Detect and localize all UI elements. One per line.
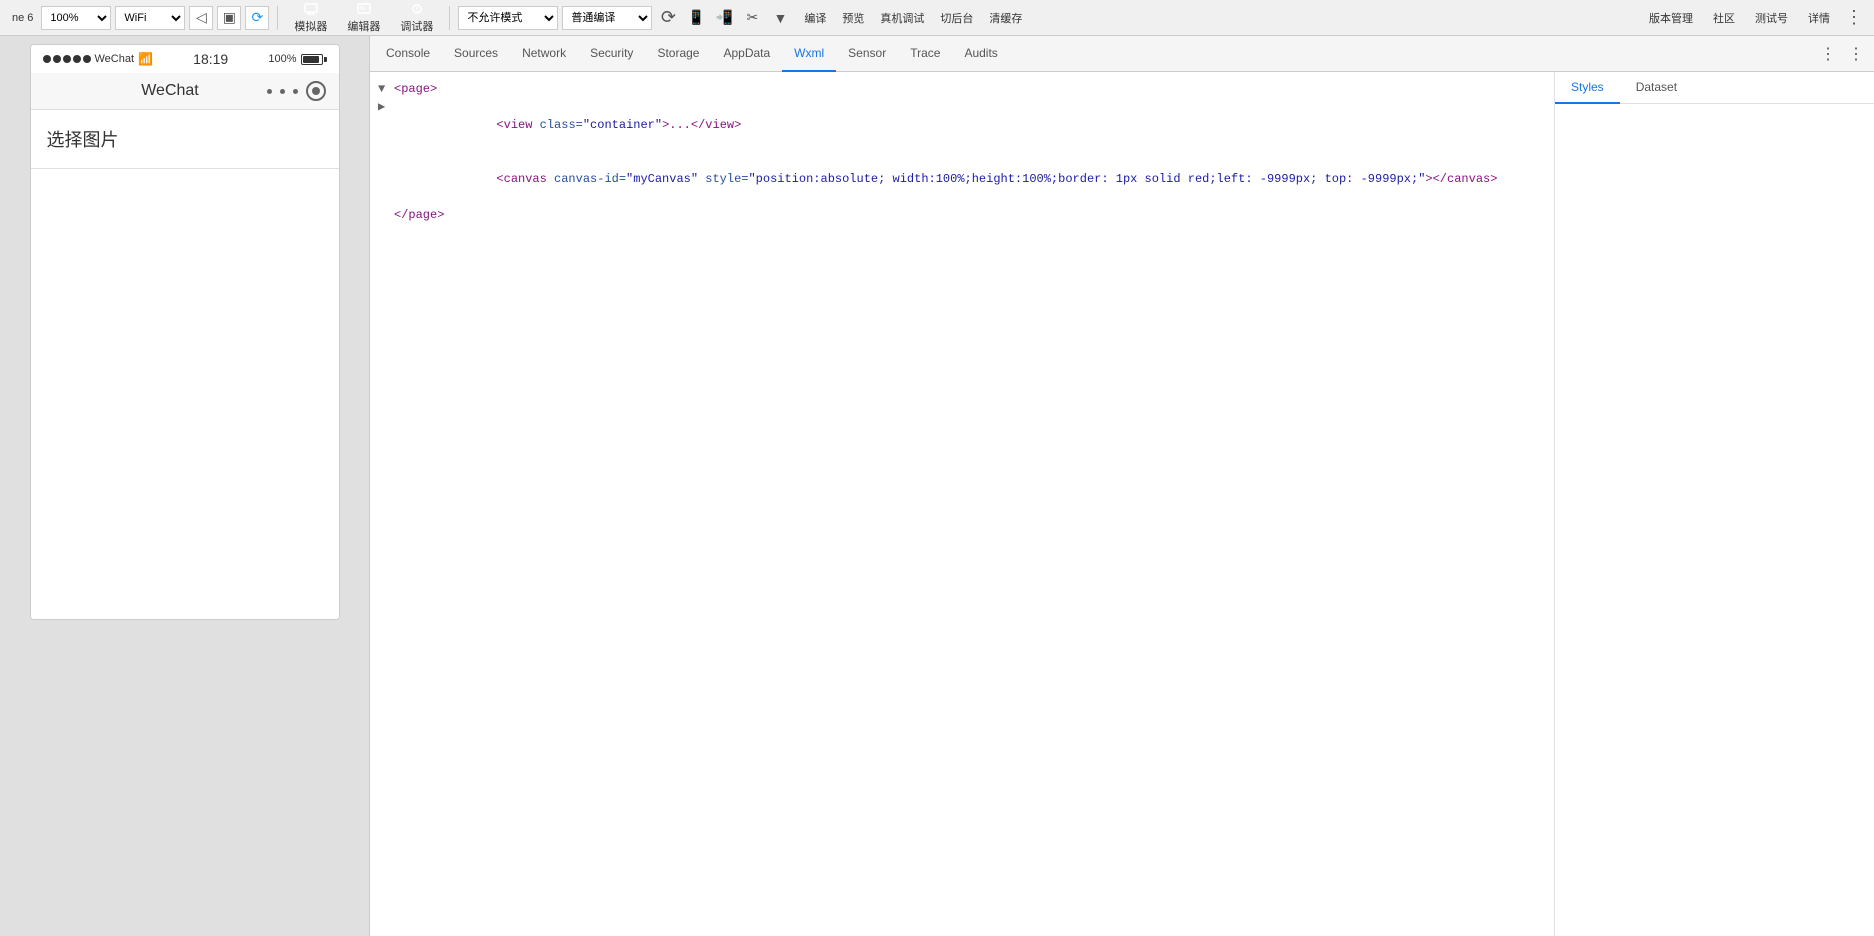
preview-btn[interactable]: 预览 [834, 8, 872, 28]
code-line-3: <canvas canvas-id="myCanvas" style="posi… [370, 152, 1554, 206]
toggle-canvas [378, 152, 394, 206]
menu-dot-1 [267, 89, 272, 94]
more-options-icon[interactable]: ⋮ [1842, 6, 1866, 30]
phone-app-title: WeChat [141, 82, 199, 100]
cut-icon[interactable]: ✂ [740, 6, 764, 30]
phone-status-bar: WeChat 📶 18:19 100% [31, 45, 339, 73]
devtools-settings-icon[interactable]: ⋮ [1814, 40, 1842, 68]
toggle-page[interactable]: ▼ [378, 80, 394, 98]
code-line-1: ▼ <page> [370, 80, 1554, 98]
real-device-btn[interactable]: 真机调试 [872, 8, 932, 28]
fullscreen-icon[interactable]: ▣ [217, 6, 241, 30]
styles-tab-dataset[interactable]: Dataset [1620, 72, 1693, 104]
tab-sources[interactable]: Sources [442, 36, 510, 72]
record-inner [312, 87, 320, 95]
tab-console[interactable]: Console [374, 36, 442, 72]
styles-tabs-bar: Styles Dataset [1555, 72, 1874, 104]
compile-btn[interactable]: 编译 [796, 8, 834, 28]
compile-icon[interactable]: ⟳ [656, 6, 680, 30]
more-icon[interactable]: ▼ [768, 6, 792, 30]
code-line-4: </page> [370, 206, 1554, 224]
styles-content [1555, 104, 1874, 936]
code-area: ▼ <page> ▶ <view class="container">...</… [370, 72, 1874, 936]
code-line-2: ▶ <view class="container">...</view> [370, 98, 1554, 152]
phone-app-header: WeChat [31, 73, 339, 110]
refresh-icon[interactable]: ⟳ [245, 6, 269, 30]
editor-icon [354, 1, 374, 17]
clean-save-btn[interactable]: 清缓存 [981, 8, 1030, 28]
menu-dot-3 [293, 89, 298, 94]
tab-appdata[interactable]: AppData [711, 36, 782, 72]
tab-network[interactable]: Network [510, 36, 578, 72]
top-toolbar: ne 6 100% WiFi ◁ ▣ ⟳ 模拟器 编辑器 调试器 不允许模式 普… [0, 0, 1874, 36]
menu-dot-2 [280, 89, 285, 94]
cut-btn[interactable]: 切后台 [932, 8, 981, 28]
simulator-label: 模拟器 [294, 18, 327, 34]
signal-dots [43, 55, 91, 63]
network-select[interactable]: WiFi [115, 6, 185, 30]
record-button[interactable] [306, 81, 326, 101]
main-area: WeChat 📶 18:19 100% WeChat [0, 36, 1874, 936]
zoom-label: ne 6 [8, 12, 37, 24]
tab-audits[interactable]: Audits [952, 36, 1009, 72]
phone-content-label: 选择图片 [31, 110, 339, 169]
phone-header-icons [267, 81, 326, 101]
devtools-tabs-bar: Console Sources Network Security Storage… [370, 36, 1874, 72]
tab-trace[interactable]: Trace [898, 36, 952, 72]
mode-select[interactable]: 不允许模式 [458, 6, 558, 30]
divider-1 [277, 6, 278, 30]
signal-dot-2 [53, 55, 61, 63]
tab-storage[interactable]: Storage [645, 36, 711, 72]
community-btn[interactable]: 社区 [1705, 8, 1743, 28]
simulator-btn[interactable]: 模拟器 [286, 0, 335, 36]
device-icon[interactable]: 📲 [712, 6, 736, 30]
status-left: WeChat 📶 [43, 52, 154, 66]
status-right: 100% [268, 53, 326, 65]
phone-frame: WeChat 📶 18:19 100% WeChat [30, 44, 340, 620]
simulator-icon [301, 1, 321, 17]
test-btn[interactable]: 测试号 [1747, 8, 1796, 28]
tab-sensor[interactable]: Sensor [836, 36, 898, 72]
version-mgmt-btn[interactable]: 版本管理 [1641, 8, 1701, 28]
status-time: 18:19 [193, 51, 228, 67]
debugger-icon [407, 1, 427, 17]
wxml-code-editor[interactable]: ▼ <page> ▶ <view class="container">...</… [370, 72, 1554, 936]
devtools-more-icon[interactable]: ⋮ [1842, 40, 1870, 68]
tab-security[interactable]: Security [578, 36, 645, 72]
simulator-panel: WeChat 📶 18:19 100% WeChat [0, 36, 370, 936]
tab-wxml[interactable]: Wxml [782, 36, 836, 72]
battery-icon [301, 54, 327, 65]
signal-dot-3 [63, 55, 71, 63]
phone-icon[interactable]: 📱 [684, 6, 708, 30]
editor-label: 编辑器 [347, 18, 380, 34]
zoom-select[interactable]: 100% [41, 6, 111, 30]
compiler-select[interactable]: 普通编译 [562, 6, 652, 30]
devtools-panel: Console Sources Network Security Storage… [370, 36, 1874, 936]
editor-btn[interactable]: 编辑器 [339, 0, 388, 36]
detail-btn[interactable]: 详情 [1800, 8, 1838, 28]
sound-off-icon[interactable]: ◁ [189, 6, 213, 30]
debugger-label: 调试器 [400, 18, 433, 34]
signal-dot-1 [43, 55, 51, 63]
debugger-btn[interactable]: 调试器 [392, 0, 441, 36]
styles-panel: Styles Dataset [1554, 72, 1874, 936]
signal-dot-4 [73, 55, 81, 63]
phone-content-body [31, 169, 339, 619]
battery-pct: 100% [268, 53, 296, 65]
wifi-icon: 📶 [138, 52, 153, 66]
divider-2 [449, 6, 450, 30]
toggle-view[interactable]: ▶ [378, 98, 394, 152]
signal-dot-5 [83, 55, 91, 63]
wechat-brand: WeChat [95, 53, 135, 65]
styles-tab-styles[interactable]: Styles [1555, 72, 1620, 104]
